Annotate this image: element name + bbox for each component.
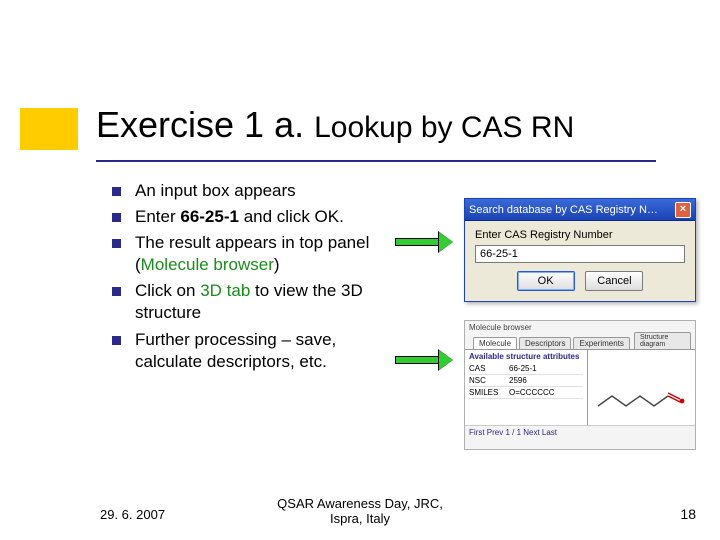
list-item: An input box appears <box>112 180 382 202</box>
footer-center: QSAR Awareness Day, JRC,Ispra, Italy <box>0 496 720 526</box>
tab-molecule[interactable]: Molecule <box>473 337 517 349</box>
list-item: Further processing – save, calculate des… <box>112 329 382 373</box>
arrow-icon <box>395 350 453 370</box>
table-row: NSC2596 <box>469 375 583 387</box>
list-item: The result appears in top panel (Molecul… <box>112 232 382 276</box>
dialog-label: Enter CAS Registry Number <box>475 229 685 241</box>
footer-page: 18 <box>680 506 696 522</box>
bullet-text: The result appears in top panel (Molecul… <box>135 232 382 276</box>
bullet-icon <box>112 239 121 248</box>
attributes-header: Available structure attributes <box>469 352 583 361</box>
dialog-title: Search database by CAS Registry N… <box>469 204 675 216</box>
cas-input[interactable] <box>475 245 685 263</box>
molecule-browser-panel: Molecule browser Molecule Descriptors Ex… <box>464 320 696 450</box>
tab-descriptors[interactable]: Descriptors <box>519 337 571 349</box>
title-main: Exercise 1 a. <box>96 104 304 145</box>
bullet-icon <box>112 213 121 222</box>
arrow-icon <box>395 232 453 252</box>
close-icon[interactable]: × <box>675 202 691 218</box>
title-rule <box>96 160 656 162</box>
tab-experiments[interactable]: Experiments <box>573 337 629 349</box>
bullet-text: An input box appears <box>135 180 382 202</box>
bullet-text: Click on 3D tab to view the 3D structure <box>135 280 382 324</box>
cas-search-dialog: Search database by CAS Registry N… × Ent… <box>464 198 696 302</box>
slide-title: Exercise 1 a. Lookup by CAS RN <box>96 104 574 146</box>
bullet-list: An input box appears Enter 66-25-1 and c… <box>112 180 382 377</box>
table-row: CAS66-25-1 <box>469 363 583 375</box>
tab-structure-diagram[interactable]: Structure diagram <box>634 332 691 349</box>
list-item: Click on 3D tab to view the 3D structure <box>112 280 382 324</box>
cancel-button[interactable]: Cancel <box>585 271 643 291</box>
molecule-icon <box>594 370 688 420</box>
bullet-icon <box>112 336 121 345</box>
dialog-titlebar[interactable]: Search database by CAS Registry N… × <box>465 199 695 221</box>
pager[interactable]: First Prev 1 / 1 Next Last <box>465 425 695 439</box>
title-sub: Lookup by CAS RN <box>314 111 574 144</box>
panel-header: Molecule browser <box>465 321 695 332</box>
accent-box <box>20 108 78 150</box>
structure-diagram <box>587 349 695 425</box>
bullet-icon <box>112 187 121 196</box>
bullet-icon <box>112 287 121 296</box>
bullet-text: Enter 66-25-1 and click OK. <box>135 206 382 228</box>
list-item: Enter 66-25-1 and click OK. <box>112 206 382 228</box>
bullet-text: Further processing – save, calculate des… <box>135 329 382 373</box>
ok-button[interactable]: OK <box>517 271 575 291</box>
table-row: SMILESO=CCCCCC <box>469 387 583 399</box>
attributes-table: Available structure attributes CAS66-25-… <box>465 349 587 425</box>
